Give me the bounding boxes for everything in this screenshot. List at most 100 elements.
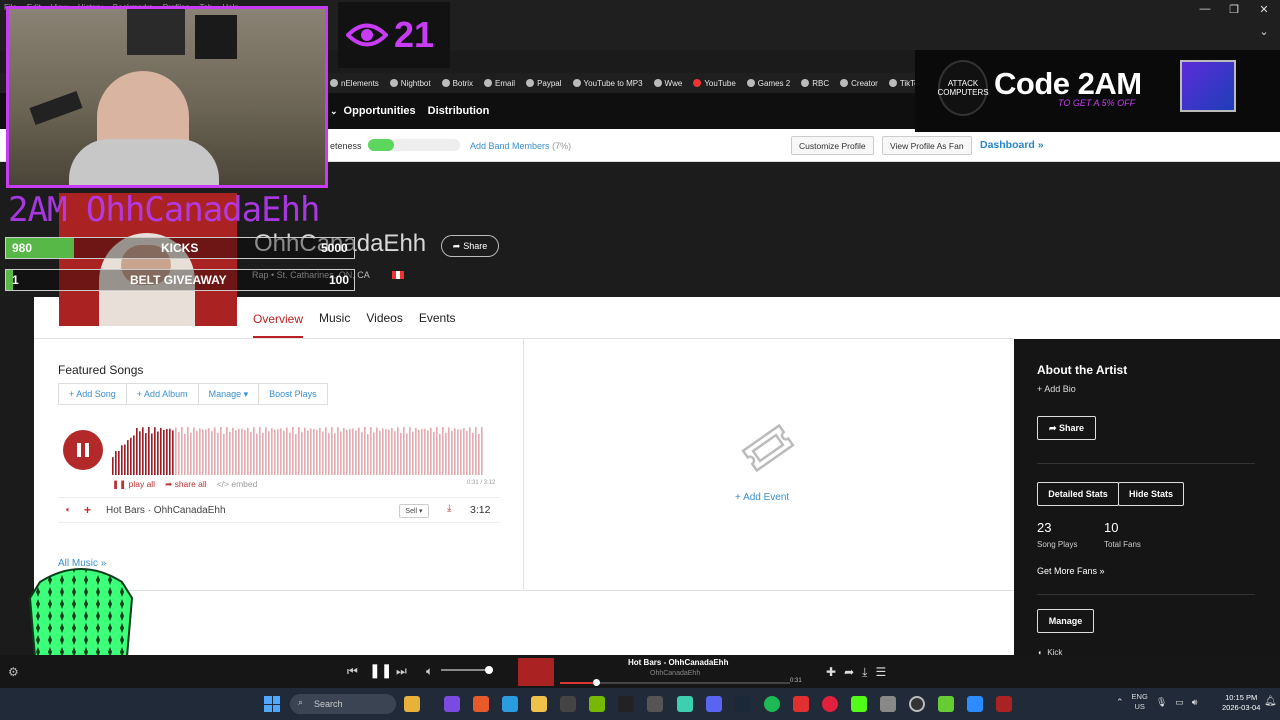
- view-as-fan-button[interactable]: View Profile As Fan: [882, 136, 972, 155]
- nav-distribution[interactable]: Distribution: [428, 105, 490, 117]
- minecraft-icon[interactable]: [938, 696, 954, 712]
- bookmark-item[interactable]: Paypal: [526, 79, 562, 88]
- volume-icon[interactable]: 🔈︎: [66, 505, 71, 515]
- share-all-link[interactable]: ➦ share all: [165, 479, 207, 490]
- bookmark-item[interactable]: Games 2: [746, 79, 790, 88]
- boost-plays-button[interactable]: Boost Plays: [259, 384, 327, 404]
- microphone-icon[interactable]: 🎙︎: [1156, 697, 1167, 708]
- bookmark-item[interactable]: Botrix: [441, 79, 473, 88]
- waveform-bar: [151, 433, 153, 475]
- share-button[interactable]: ➦ Share: [441, 235, 499, 257]
- pause-icon[interactable]: ❚❚: [369, 662, 392, 679]
- seek-knob[interactable]: [593, 679, 600, 686]
- bookmark-item[interactable]: Email: [484, 79, 515, 88]
- taskbar-clock[interactable]: 10:15 PM 2026-03-04: [1222, 693, 1260, 713]
- taskbar-app-icon[interactable]: [880, 696, 896, 712]
- download-icon[interactable]: ⤓: [862, 665, 867, 680]
- track-title[interactable]: Hot Bars · OhhCanadaEhh: [106, 505, 226, 516]
- firefox-icon[interactable]: [473, 696, 489, 712]
- add-band-members-link[interactable]: Add Band Members (7%): [470, 141, 571, 151]
- dashboard-link[interactable]: Dashboard »: [980, 139, 1044, 151]
- bookmark-item[interactable]: nElements: [330, 79, 379, 88]
- start-icon[interactable]: [264, 696, 280, 712]
- settings-icon[interactable]: ⚙: [8, 665, 19, 679]
- plus-icon[interactable]: +: [84, 503, 91, 517]
- customize-profile-button[interactable]: Customize Profile: [791, 136, 874, 155]
- track-row[interactable]: 🔈︎ + Hot Bars · OhhCanadaEhh Sell ▾ ⤓ 3:…: [58, 497, 500, 523]
- volume-knob[interactable]: [484, 666, 493, 674]
- taskbar-app-icon[interactable]: [793, 696, 809, 712]
- minimize-icon[interactable]: —: [1190, 0, 1220, 18]
- add-bio-link[interactable]: + Add Bio: [1037, 384, 1076, 394]
- bookmark-item[interactable]: RBC: [801, 79, 829, 88]
- bookmark-item[interactable]: YouTube to MP3: [572, 79, 643, 88]
- network-icon[interactable]: ▭: [1175, 697, 1184, 708]
- language-indicator[interactable]: ENG US: [1132, 692, 1148, 712]
- play-all-link[interactable]: ❚❚ play all: [112, 479, 155, 490]
- plus-icon[interactable]: ✚: [826, 665, 836, 680]
- hide-stats-button[interactable]: Hide Stats: [1118, 482, 1184, 506]
- taskbar-app-icon[interactable]: [967, 696, 983, 712]
- add-album-button[interactable]: + Add Album: [127, 384, 199, 404]
- tab-videos[interactable]: Videos: [366, 311, 402, 325]
- kicks-goal-bar: 980 KICKS 5000: [5, 237, 355, 259]
- taskbar-app-icon[interactable]: [647, 696, 663, 712]
- download-icon[interactable]: ⤓: [447, 503, 451, 514]
- bookmark-icon: [389, 79, 398, 87]
- add-song-button[interactable]: + Add Song: [59, 384, 127, 404]
- kick-icon[interactable]: [851, 696, 867, 712]
- close-icon[interactable]: ✕: [1249, 0, 1279, 18]
- share-icon[interactable]: ➦: [844, 665, 854, 680]
- volume-icon[interactable]: 🔈︎: [426, 664, 433, 679]
- add-event-link[interactable]: + Add Event: [735, 492, 789, 503]
- file-explorer-icon[interactable]: [531, 696, 547, 712]
- discord-icon[interactable]: [706, 696, 722, 712]
- restore-icon[interactable]: ❐: [1219, 0, 1249, 18]
- edge-icon[interactable]: [502, 696, 518, 712]
- chevron-up-icon[interactable]: ⌃: [1116, 697, 1124, 708]
- tab-events[interactable]: Events: [419, 311, 456, 325]
- store-icon[interactable]: [560, 696, 576, 712]
- waveform[interactable]: [112, 415, 484, 475]
- taskbar-app-icon[interactable]: [404, 696, 420, 712]
- previous-icon[interactable]: ⏮: [347, 664, 358, 679]
- tab-music[interactable]: Music: [319, 311, 350, 325]
- nvidia-icon[interactable]: [589, 696, 605, 712]
- taskbar-search[interactable]: ⌕ Search: [290, 694, 396, 714]
- get-more-fans-link[interactable]: Get More Fans »: [1037, 566, 1105, 576]
- chevron-down-icon[interactable]: ⌄: [330, 106, 338, 117]
- completeness-label: eteness: [330, 141, 362, 151]
- manage-button[interactable]: Manage: [1037, 609, 1094, 633]
- share-icon: ➦: [1048, 422, 1057, 433]
- next-icon[interactable]: ⏭: [396, 664, 407, 679]
- taskbar-app-icon[interactable]: [444, 696, 460, 712]
- bookmark-item[interactable]: Wwe: [653, 79, 682, 88]
- taskbar-app-icon[interactable]: [996, 696, 1012, 712]
- embed-link[interactable]: </> embed: [217, 479, 258, 490]
- nav-opportunities[interactable]: Opportunities: [344, 105, 416, 117]
- steam-icon[interactable]: [735, 696, 751, 712]
- obs-icon[interactable]: [909, 696, 925, 712]
- bookmark-item[interactable]: YouTube: [693, 79, 736, 88]
- taskbar-app-icon[interactable]: [822, 696, 838, 712]
- taskbar-app-icon[interactable]: [677, 696, 693, 712]
- waveform-bar: [310, 428, 312, 475]
- epic-games-icon[interactable]: [618, 696, 634, 712]
- sidebar-share-button[interactable]: ➦ Share: [1037, 416, 1096, 440]
- now-playing-artist: OhhCanadaEhh: [650, 670, 701, 677]
- manage-dropdown[interactable]: Manage ▾: [199, 384, 260, 404]
- waveform-bar: [130, 437, 132, 475]
- notifications-icon[interactable]: 🔔︎: [1264, 696, 1277, 707]
- bookmark-item[interactable]: Creator: [840, 79, 878, 88]
- bookmark-item[interactable]: Nightbot: [389, 79, 431, 88]
- speaker-icon[interactable]: 🔊︎: [1192, 697, 1198, 708]
- sell-dropdown[interactable]: Sell ▾: [399, 504, 429, 518]
- queue-icon[interactable]: ☰: [875, 665, 886, 680]
- waveform-bar: [445, 432, 447, 475]
- pause-button[interactable]: [63, 430, 103, 470]
- tab-overview[interactable]: Overview: [253, 300, 304, 338]
- detailed-stats-button[interactable]: Detailed Stats: [1037, 482, 1119, 506]
- chevron-down-icon[interactable]: ⌄: [1249, 22, 1279, 40]
- spotify-icon[interactable]: [764, 696, 780, 712]
- waveform-bar: [133, 435, 135, 475]
